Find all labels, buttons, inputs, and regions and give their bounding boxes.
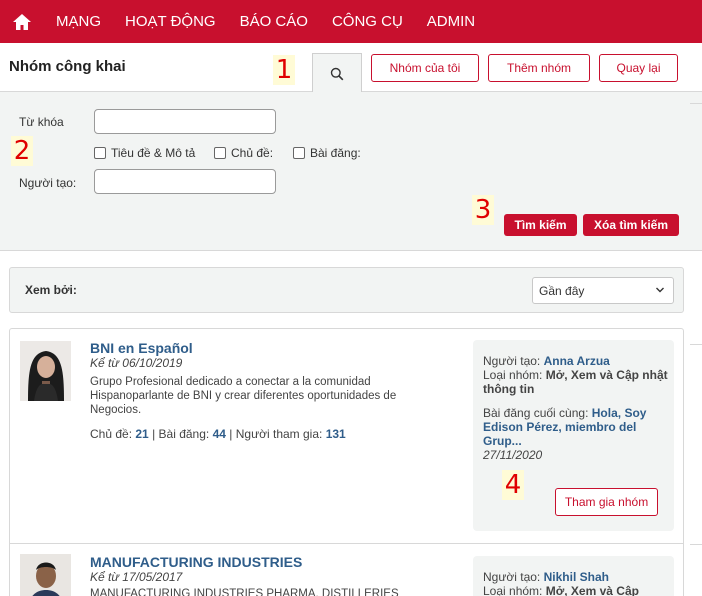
group-card: MANUFACTURING INDUSTRIES Kể từ 17/05/201… xyxy=(10,543,683,596)
group-type: Mở, Xem và Cập xyxy=(545,584,639,596)
group-avatar xyxy=(20,554,71,596)
page-header: Nhóm công khai Nhóm của tôi Thêm nhóm Qu… xyxy=(0,43,702,93)
option-topic[interactable]: Chủ đề: xyxy=(214,146,273,160)
type-row: Loại nhóm: Mở, Xem và Cập nhật thông tin xyxy=(483,368,669,396)
divider xyxy=(690,344,702,345)
join-group-button[interactable]: Tham gia nhóm xyxy=(555,488,658,516)
group-since: Kể từ 06/10/2019 xyxy=(90,356,183,370)
creator-label: Người tạo: xyxy=(19,176,77,190)
group-card: BNI en Español Kể từ 06/10/2019 Grupo Pr… xyxy=(10,329,683,543)
group-details-panel: Người tạo: Anna Arzua Loại nhóm: Mở, Xem… xyxy=(473,340,674,531)
posts-label: Bài đăng: xyxy=(158,427,210,441)
group-name-link[interactable]: MANUFACTURING INDUSTRIES xyxy=(90,554,302,570)
sort-selected-value: Gần đây xyxy=(539,283,585,298)
checkbox[interactable] xyxy=(214,147,226,159)
group-description: MANUFACTURING INDUSTRIES PHARMA, DISTILL… xyxy=(90,588,399,596)
creator-label: Người tạo: xyxy=(483,354,541,368)
creator-link[interactable]: Anna Arzua xyxy=(544,354,610,368)
creator-row: Người tạo: Anna Arzua xyxy=(483,354,669,368)
annotation-marker-4: 4 xyxy=(502,470,524,500)
type-label: Loại nhóm: xyxy=(483,584,543,596)
option-title-desc[interactable]: Tiêu đề & Mô tả xyxy=(94,146,195,160)
option-label: Bài đăng: xyxy=(310,146,361,160)
option-label: Chủ đề: xyxy=(231,146,274,160)
group-list: BNI en Español Kể từ 06/10/2019 Grupo Pr… xyxy=(9,328,684,596)
search-icon xyxy=(330,67,344,80)
last-post-date: 27/11/2020 xyxy=(483,448,543,462)
checkbox[interactable] xyxy=(293,147,305,159)
nav-network[interactable]: MẠNG xyxy=(44,0,113,43)
search-toggle-tab[interactable] xyxy=(312,53,362,93)
home-icon[interactable] xyxy=(0,0,44,43)
page-title: Nhóm công khai xyxy=(9,58,126,75)
nav-tools[interactable]: CÔNG CỤ xyxy=(320,0,415,43)
nav-admin[interactable]: ADMIN xyxy=(415,0,487,43)
posts-count: 44 xyxy=(212,427,226,441)
keyword-label: Từ khóa xyxy=(19,115,64,129)
annotation-marker-2: 2 xyxy=(11,136,33,166)
group-name-link[interactable]: BNI en Español xyxy=(90,340,193,356)
chevron-down-icon xyxy=(656,287,664,293)
last-post-label: Bài đăng cuối cùng: xyxy=(483,406,589,420)
members-label: Người tham gia: xyxy=(235,427,323,441)
creator-input[interactable] xyxy=(94,169,276,194)
option-posts[interactable]: Bài đăng: xyxy=(293,146,361,160)
last-post-row: Bài đăng cuối cùng: Hola, Soy Edison Pér… xyxy=(483,406,669,448)
search-button[interactable]: Tìm kiếm xyxy=(504,214,577,236)
creator-label: Người tạo: xyxy=(483,570,541,584)
search-panel: Từ khóa Tiêu đề & Mô tả Chủ đề: Bài đăng… xyxy=(0,92,702,251)
group-details-panel: Người tạo: Nikhil Shah Loại nhóm: Mở, Xe… xyxy=(473,556,674,596)
group-avatar xyxy=(20,341,71,401)
divider xyxy=(690,544,702,545)
top-nav: MẠNG HOẠT ĐỘNG BÁO CÁO CÔNG CỤ ADMIN xyxy=(0,0,702,43)
annotation-marker-3: 3 xyxy=(472,195,494,225)
sort-label: Xem bởi: xyxy=(25,283,77,297)
group-since: Kể từ 17/05/2017 xyxy=(90,570,183,584)
my-groups-button[interactable]: Nhóm của tôi xyxy=(371,54,479,82)
group-stats: Chủ đề: 21 | Bài đăng: 44 | Người tham g… xyxy=(90,427,346,441)
keyword-input[interactable] xyxy=(94,109,276,134)
clear-search-button[interactable]: Xóa tìm kiếm xyxy=(583,214,679,236)
nav-activity[interactable]: HOẠT ĐỘNG xyxy=(113,0,228,43)
group-description: Grupo Profesional dedicado a conectar a … xyxy=(90,376,397,416)
creator-row: Người tạo: Nikhil Shah xyxy=(483,570,669,584)
add-group-button[interactable]: Thêm nhóm xyxy=(488,54,590,82)
annotation-marker-1: 1 xyxy=(273,55,295,85)
sort-select[interactable]: Gần đây xyxy=(532,277,674,304)
type-row: Loại nhóm: Mở, Xem và Cập xyxy=(483,584,669,596)
back-button[interactable]: Quay lại xyxy=(599,54,678,82)
members-count: 131 xyxy=(325,427,346,441)
topics-label: Chủ đề: xyxy=(90,427,133,441)
creator-link[interactable]: Nikhil Shah xyxy=(544,570,609,584)
type-label: Loại nhóm: xyxy=(483,368,543,382)
nav-reports[interactable]: BÁO CÁO xyxy=(228,0,320,43)
sort-bar: Xem bởi: Gần đây xyxy=(9,267,684,313)
checkbox[interactable] xyxy=(94,147,106,159)
divider xyxy=(690,103,702,104)
topics-count: 21 xyxy=(135,427,149,441)
option-label: Tiêu đề & Mô tả xyxy=(111,146,196,160)
